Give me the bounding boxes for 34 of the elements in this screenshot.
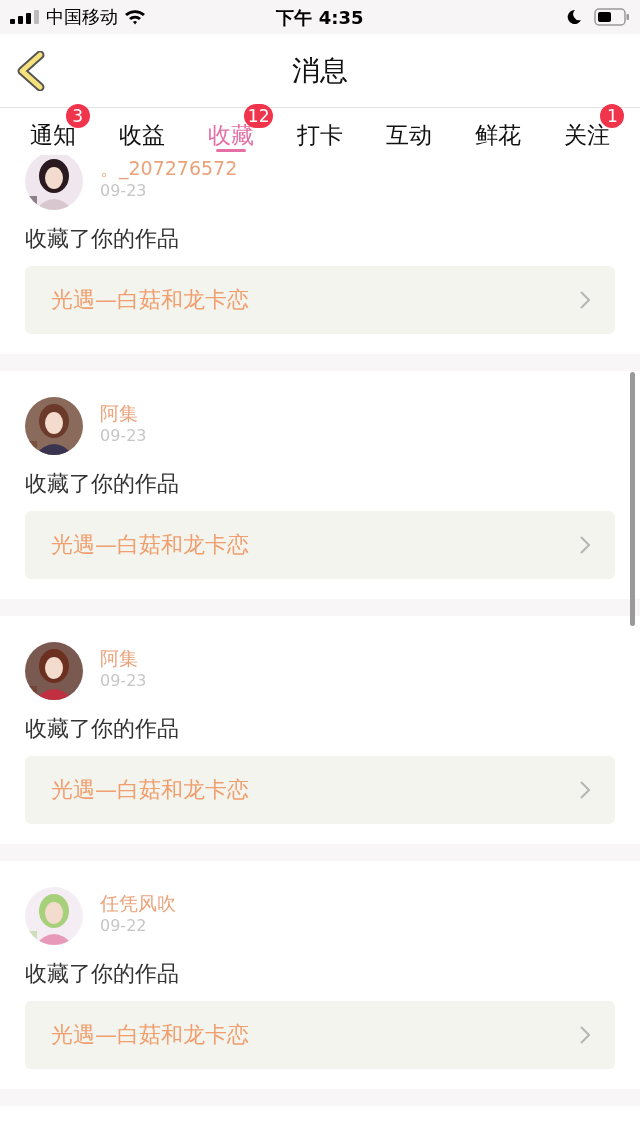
user-name[interactable]: 阿集 — [100, 646, 147, 670]
tab[interactable]: 收益 — [118, 108, 165, 155]
chevron-icon — [580, 291, 590, 309]
chevron-icon — [580, 536, 590, 554]
wifi-icon — [124, 9, 146, 25]
moon-icon — [566, 9, 582, 25]
battery-icon — [594, 8, 630, 26]
clock-time: 下午 4:35 — [276, 6, 364, 30]
work-link[interactable]: 光遇—白菇和龙卡恋 — [25, 511, 615, 579]
user-name[interactable]: 任凭风吹 — [100, 891, 176, 915]
message-date: 09-23 — [100, 425, 147, 447]
user-name[interactable]: 。_207276572 — [100, 156, 238, 180]
message-text: 收藏了你的作品 — [25, 225, 180, 253]
work-link[interactable]: 光遇—白菇和龙卡恋 — [25, 1001, 615, 1069]
work-link[interactable]: 光遇—白菇和龙卡恋 — [25, 266, 615, 334]
carrier-name: 中国移动 — [46, 5, 118, 29]
tab[interactable]: 鲜花 — [475, 108, 522, 155]
user-name[interactable]: 阿集 — [100, 401, 147, 425]
scrollbar[interactable] — [630, 372, 635, 626]
work-link[interactable]: 光遇—白菇和龙卡恋 — [25, 756, 615, 824]
chevron-icon — [580, 781, 590, 799]
tab[interactable]: 打卡 — [297, 108, 343, 155]
message-date: 09-23 — [100, 180, 148, 202]
page-title: 消息 — [292, 52, 348, 89]
message-text: 收藏了你的作品 — [25, 715, 180, 743]
chevron-icon — [580, 1026, 590, 1044]
signal-icon — [10, 10, 40, 24]
count-badge: 3 — [65, 104, 90, 128]
message-text: 收藏了你的作品 — [25, 960, 180, 988]
message-text: 收藏了你的作品 — [25, 470, 180, 498]
back-icon[interactable] — [16, 51, 46, 91]
message-date: 09-22 — [100, 915, 148, 937]
message-date: 09-23 — [100, 670, 147, 692]
tab[interactable]: 互动 — [386, 108, 433, 155]
